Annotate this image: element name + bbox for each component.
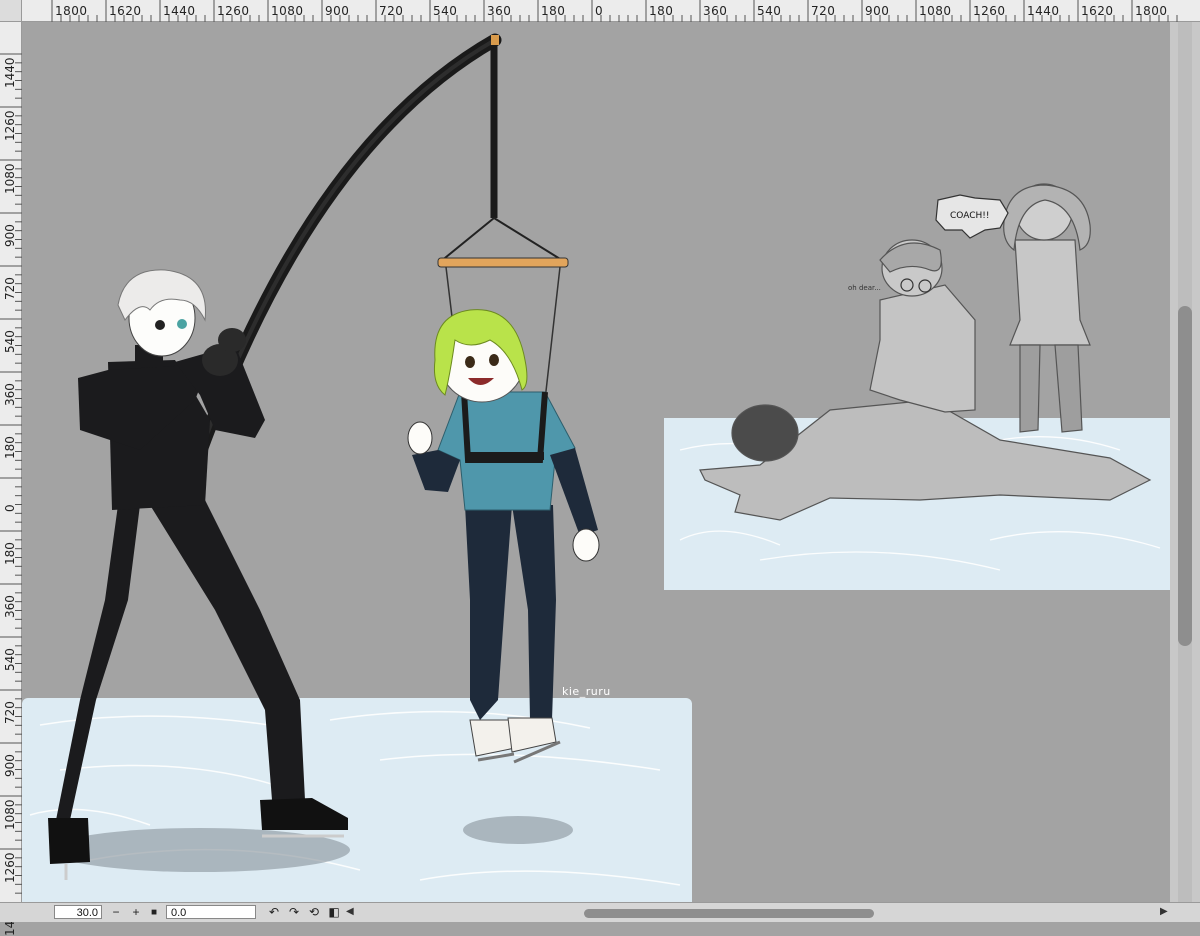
top-ruler-label: 1260 — [973, 4, 1006, 18]
top-ruler-label: 1800 — [55, 4, 88, 18]
top-ruler-label: 1440 — [163, 4, 196, 18]
top-ruler-label: 900 — [865, 4, 890, 18]
left-ruler-label: 1440 — [3, 57, 17, 88]
scroll-left-button[interactable]: ◀ — [346, 906, 354, 917]
top-ruler-label: 360 — [487, 4, 512, 18]
top-ruler-label: 900 — [325, 4, 350, 18]
artwork-illustration: COACH!! oh dear... — [22, 33, 1170, 902]
fit-to-window-button[interactable]: ■ — [146, 905, 162, 920]
top-ruler-label: 1080 — [271, 4, 304, 18]
top-ruler-label: 1800 — [1135, 4, 1168, 18]
top-ruler-label: 180 — [541, 4, 566, 18]
left-ruler-label: 720 — [3, 701, 17, 724]
left-ruler-label: 900 — [3, 224, 17, 247]
sketch-figures — [699, 183, 1152, 521]
vertical-scrollbar[interactable] — [1170, 22, 1200, 902]
speech-bubble-text: COACH!! — [950, 211, 989, 221]
scroll-right-button[interactable]: ▶ — [1160, 906, 1168, 917]
canvas-status-bar: 30.0 − + ■ 0.0 ↶ ↷ ⟲ ◧ ◀ ▶ — [0, 902, 1200, 922]
top-ruler-label: 720 — [379, 4, 404, 18]
top-ruler-label: 540 — [433, 4, 458, 18]
left-ruler-label: 1080 — [3, 163, 17, 194]
left-ruler-label: 1260 — [3, 110, 17, 141]
top-ruler-label: 1080 — [919, 4, 952, 18]
left-ruler-label: 0 — [3, 504, 17, 512]
top-ruler-label: 360 — [703, 4, 728, 18]
harness-bar — [437, 257, 569, 268]
left-ruler-label: 540 — [3, 330, 17, 353]
zoom-in-button[interactable]: + — [128, 905, 144, 920]
top-ruler-label: 1440 — [1027, 4, 1060, 18]
top-ruler-label: 1620 — [1081, 4, 1114, 18]
drawing-canvas[interactable]: COACH!! oh dear... kie_ruru — [22, 22, 1170, 902]
left-ruler-label: 720 — [3, 277, 17, 300]
zoom-level-field[interactable]: 30.0 — [54, 905, 102, 919]
top-ruler-label: 720 — [811, 4, 836, 18]
rotate-right-button[interactable]: ↷ — [286, 905, 302, 920]
ruler-corner — [0, 0, 22, 22]
hanging-skater-shadow — [463, 816, 573, 844]
left-ruler-label: 1260 — [3, 852, 17, 883]
rotate-left-button[interactable]: ↶ — [266, 905, 282, 920]
left-ruler-label: 180 — [3, 542, 17, 565]
top-ruler-label: 1620 — [109, 4, 142, 18]
rotation-angle-field[interactable]: 0.0 — [166, 905, 256, 919]
artist-signature: kie_ruru — [562, 685, 611, 698]
ice-rink-left — [22, 698, 692, 902]
left-ruler-label: 1080 — [3, 799, 17, 830]
left-ruler: 1440 1260 1080 900 720 540 360 180 0 180 360 540 720… — [0, 22, 22, 936]
flip-canvas-button[interactable]: ◧ — [326, 905, 342, 920]
zoom-out-button[interactable]: − — [108, 905, 124, 920]
left-ruler-label: 900 — [3, 754, 17, 777]
top-ruler-label: 540 — [757, 4, 782, 18]
horizontal-scroll-thumb[interactable] — [584, 909, 874, 918]
left-ruler-label: 180 — [3, 436, 17, 459]
top-ruler-label: 180 — [649, 4, 674, 18]
left-ruler-label: 360 — [3, 595, 17, 618]
small-caption-text: oh dear... — [848, 284, 881, 292]
top-ruler: 1800 1620 1440 1260 1080 900 720 540 360 180 0 180 3… — [0, 0, 1200, 22]
vertical-scroll-thumb[interactable] — [1178, 306, 1192, 646]
left-ruler-label: 360 — [3, 383, 17, 406]
top-ruler-label: 1260 — [217, 4, 250, 18]
reset-rotation-button[interactable]: ⟲ — [306, 905, 322, 920]
top-ruler-label: 0 — [595, 4, 604, 18]
left-ruler-label: 540 — [3, 648, 17, 671]
